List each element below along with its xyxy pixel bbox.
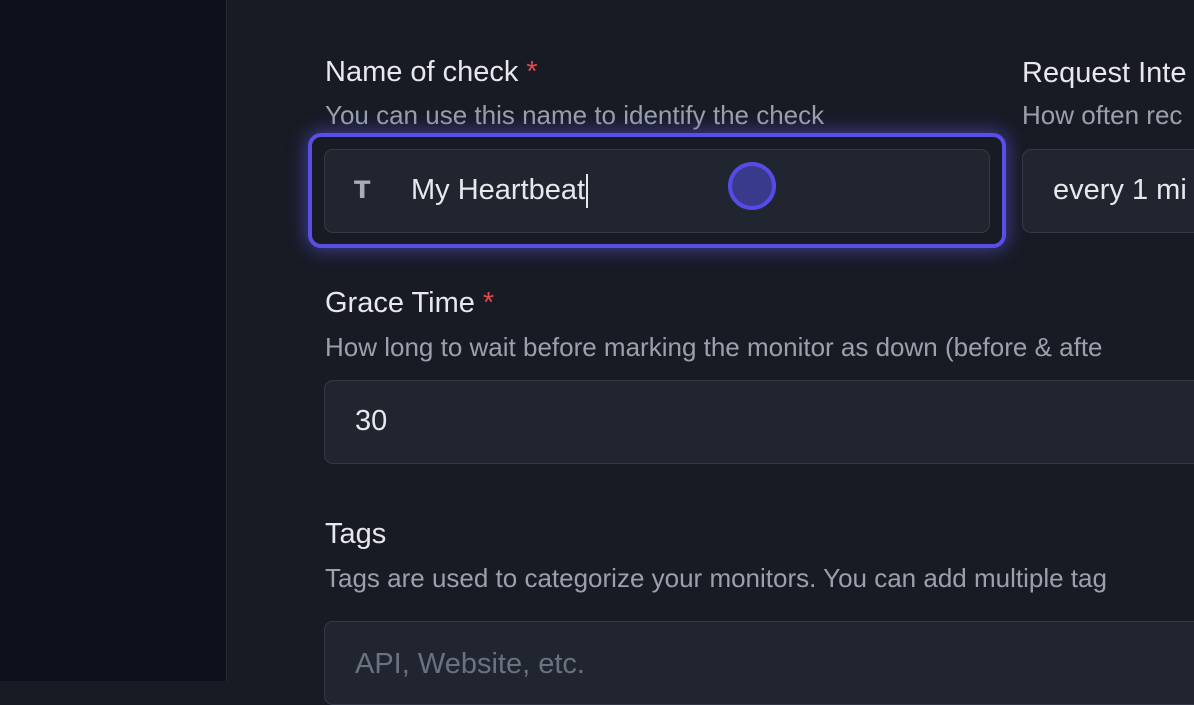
name-of-check-value: My Heartbeat	[411, 174, 586, 206]
grace-time-label-text: Grace Time	[325, 287, 475, 319]
mouse-cursor-indicator	[728, 162, 776, 210]
name-of-check-label: Name of check *	[325, 56, 538, 89]
request-interval-help: How often rec	[1022, 100, 1183, 130]
tags-label: Tags	[325, 518, 387, 550]
request-interval-value: every 1 mi	[1053, 174, 1187, 206]
tags-input[interactable]: API, Website, etc.	[324, 621, 1194, 705]
name-of-check-help: You can use this name to identify the ch…	[325, 100, 825, 130]
tags-help: Tags are used to categorize your monitor…	[325, 563, 1107, 593]
text-type-icon: T	[354, 176, 371, 204]
sidebar	[0, 0, 227, 681]
text-caret	[586, 174, 589, 209]
grace-time-value: 30	[355, 405, 388, 437]
name-of-check-input[interactable]: My Heartbeat	[324, 149, 990, 233]
request-interval-select[interactable]: every 1 mi	[1022, 149, 1194, 233]
required-asterisk: *	[526, 56, 538, 88]
grace-time-input[interactable]: 30	[324, 380, 1194, 464]
request-interval-label: Request Inte	[1022, 57, 1187, 89]
required-asterisk: *	[482, 287, 495, 319]
name-of-check-label-text: Name of check	[325, 56, 519, 88]
tags-placeholder: API, Website, etc.	[355, 648, 585, 680]
grace-time-help: How long to wait before marking the moni…	[325, 332, 1103, 362]
grace-time-label: Grace Time *	[325, 287, 494, 320]
